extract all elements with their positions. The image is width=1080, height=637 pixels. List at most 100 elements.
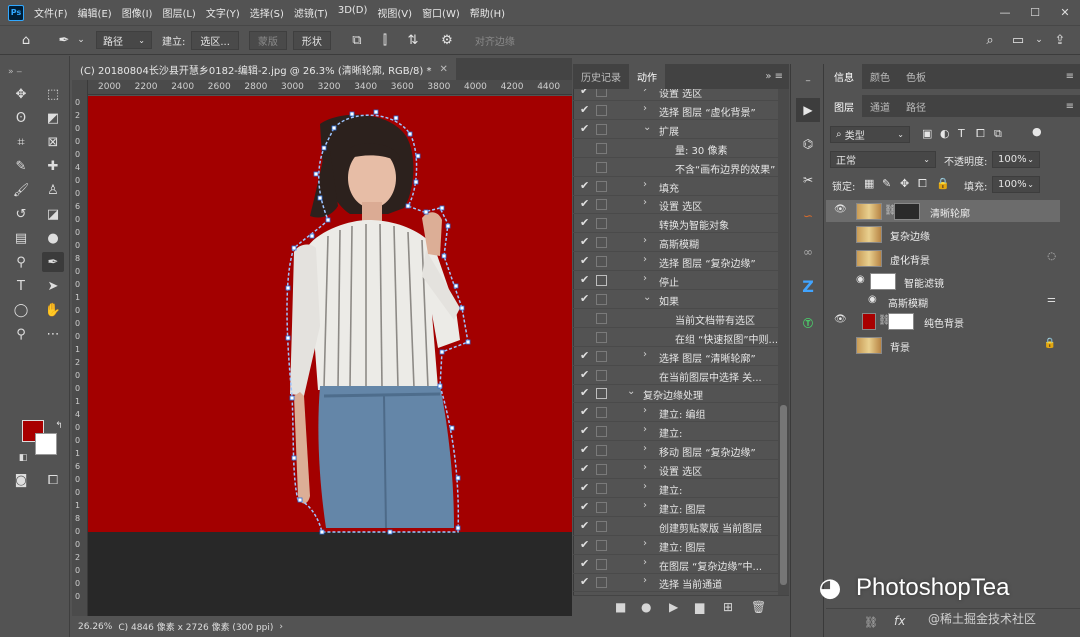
action-row[interactable]: ✔ ⌄ 扩展 xyxy=(573,120,778,139)
eye-icon[interactable]: ◉ xyxy=(856,274,865,285)
chevron-right-icon[interactable]: › xyxy=(643,557,647,568)
healing-brush-icon[interactable]: ✚ xyxy=(42,156,64,176)
dialog-toggle-box[interactable] xyxy=(596,123,607,135)
dialog-toggle-box[interactable] xyxy=(596,558,607,570)
filter-toggle-icon[interactable]: ● xyxy=(1032,125,1042,138)
path-arrangement-icon[interactable]: ⇅ xyxy=(401,29,425,51)
brush-tool-icon[interactable]: 🖌 xyxy=(10,180,32,200)
tab-swatches[interactable]: 色板 xyxy=(898,64,934,89)
dialog-toggle-box[interactable] xyxy=(596,407,607,419)
default-colors-icon[interactable]: ◧ xyxy=(12,448,34,468)
eye-icon[interactable]: 👁 xyxy=(834,314,847,325)
link-plugin-icon[interactable]: ∞ xyxy=(796,240,820,264)
dodge-tool-icon[interactable]: ⚲ xyxy=(10,252,32,272)
layer-row[interactable]: ◉ 高斯模糊 ⚌ xyxy=(826,290,1060,312)
blur-tool-icon[interactable]: ● xyxy=(42,228,64,248)
action-toggle-checkbox[interactable]: ✔ xyxy=(580,197,589,210)
document-canvas[interactable] xyxy=(88,96,572,616)
stamp-tool-icon[interactable]: ♙ xyxy=(42,180,64,200)
action-toggle-checkbox[interactable]: ✔ xyxy=(580,519,589,532)
make-mask-button[interactable]: 蒙版 xyxy=(248,30,287,50)
tab-info[interactable]: 信息 xyxy=(826,64,862,89)
panel-menu-icon[interactable]: ≡ xyxy=(1066,101,1074,112)
eraser-icon[interactable]: ◪ xyxy=(42,204,64,224)
dialog-toggle-box[interactable] xyxy=(596,161,607,173)
dialog-toggle-box[interactable] xyxy=(596,426,607,438)
action-toggle-checkbox[interactable]: ✔ xyxy=(580,349,589,362)
action-row[interactable]: 在组 “快速抠图”中则... xyxy=(573,328,778,347)
panel-menu-icon[interactable]: ≡ xyxy=(1066,71,1074,82)
action-toggle-checkbox[interactable]: ✔ xyxy=(580,89,589,97)
chevron-right-icon[interactable]: › xyxy=(643,462,647,473)
type-tool-icon[interactable]: T xyxy=(10,276,32,296)
action-row[interactable]: ✔ › 选择 图层 “虚化背景” xyxy=(573,101,778,120)
z-plugin-icon[interactable]: Z xyxy=(796,274,820,298)
dialog-toggle-box[interactable] xyxy=(596,350,607,362)
filter-pixel-icon[interactable]: ▣ xyxy=(922,127,932,140)
menu-item[interactable]: 帮助(H) xyxy=(470,5,505,20)
dialog-toggle-box[interactable] xyxy=(596,388,607,400)
lock-all-icon[interactable]: 🔒 xyxy=(936,177,950,190)
action-row[interactable]: ✔ › 建立: 编组 xyxy=(573,403,778,423)
chevron-right-icon[interactable]: › xyxy=(643,179,647,190)
background-color-swatch[interactable] xyxy=(35,433,57,455)
ellipse-tool-icon[interactable]: ◯ xyxy=(10,300,32,320)
chevron-right-icon[interactable]: › xyxy=(643,273,647,284)
action-toggle-checkbox[interactable]: ✔ xyxy=(580,538,589,551)
layer-row[interactable]: 👁 ⛓ 清晰轮廓 xyxy=(826,200,1060,222)
zoom-tool-icon[interactable]: ⚲ xyxy=(10,324,32,344)
menu-item[interactable]: 图像(I) xyxy=(122,5,153,20)
home-icon[interactable]: ⌂ xyxy=(14,29,38,51)
filter-type-icon[interactable]: T xyxy=(958,127,965,140)
screen-mode-icon[interactable]: ⧠ xyxy=(42,470,64,490)
action-row[interactable]: ✔ › 移动 图层 “复杂边缘” xyxy=(573,441,778,461)
chevron-down-icon[interactable]: ⌄ xyxy=(627,386,635,397)
layer-option-icon[interactable]: ⚌ xyxy=(1047,294,1056,305)
eye-icon[interactable]: 👁 xyxy=(834,204,847,215)
minimize-button[interactable]: — xyxy=(990,6,1020,19)
workspace-icon[interactable]: ▭ xyxy=(1006,29,1030,51)
strip-collapse-icon[interactable]: ‒ xyxy=(796,68,820,92)
make-selection-button[interactable]: 选区... xyxy=(191,30,239,50)
fill-input[interactable]: 100% ⌄ xyxy=(992,176,1040,193)
dialog-toggle-box[interactable] xyxy=(596,104,607,116)
record-icon[interactable]: ● xyxy=(641,600,651,614)
layer-row[interactable]: 虚化背景 ◌ xyxy=(826,247,1060,269)
action-toggle-checkbox[interactable]: ✔ xyxy=(580,386,589,399)
eye-icon[interactable]: ◉ xyxy=(868,294,877,305)
layer-mask-thumbnail[interactable] xyxy=(888,313,914,330)
dialog-toggle-box[interactable] xyxy=(596,312,607,324)
action-row[interactable]: ✔ 在当前图层中选择 关... xyxy=(573,366,778,385)
menu-item[interactable]: 图层(L) xyxy=(162,5,195,20)
tab-layers[interactable]: 图层 xyxy=(826,95,862,117)
filter-smart-icon[interactable]: ⧉ xyxy=(994,127,1002,141)
action-toggle-checkbox[interactable]: ✔ xyxy=(580,254,589,267)
action-row[interactable]: ✔ › 选择 当前通道 xyxy=(573,573,778,593)
play-panel-icon[interactable]: ▶ xyxy=(796,98,820,122)
action-row[interactable]: ✔ › 建立: 图层 xyxy=(573,536,778,555)
dialog-toggle-box[interactable] xyxy=(596,331,607,343)
menu-item[interactable]: 文字(Y) xyxy=(206,5,240,20)
action-toggle-checkbox[interactable]: ✔ xyxy=(580,273,589,286)
layer-option-icon[interactable]: ◌ xyxy=(1047,251,1056,262)
action-toggle-checkbox[interactable]: ✔ xyxy=(580,462,589,475)
chevron-right-icon[interactable]: › xyxy=(643,481,647,492)
action-row[interactable]: ✔ ⌄ 如果 xyxy=(573,290,778,309)
action-toggle-checkbox[interactable]: ✔ xyxy=(580,575,589,588)
action-row[interactable]: ✔ › 选择 图层 “复杂边缘” xyxy=(573,252,778,272)
tk-plugin-icon[interactable]: Ⓣ xyxy=(796,310,820,334)
menu-item[interactable]: 文件(F) xyxy=(34,5,68,20)
share-icon[interactable]: ⇪ xyxy=(1048,29,1072,51)
stop-icon[interactable]: ■ xyxy=(615,600,626,614)
action-row[interactable]: ✔ › 设置 选区 xyxy=(573,195,778,215)
action-row[interactable]: 当前文档带有选区 xyxy=(573,309,778,328)
chevron-right-icon[interactable]: › xyxy=(643,575,647,586)
dialog-toggle-box[interactable] xyxy=(596,482,607,494)
plugin-icon[interactable]: ⌬ xyxy=(796,132,820,156)
action-toggle-checkbox[interactable]: ✔ xyxy=(580,179,589,192)
menu-item[interactable]: 选择(S) xyxy=(250,5,284,20)
chevron-right-icon[interactable]: › xyxy=(643,538,647,549)
dialog-toggle-box[interactable] xyxy=(596,218,607,230)
action-toggle-checkbox[interactable]: ✔ xyxy=(580,500,589,513)
filter-adjust-icon[interactable]: ◐ xyxy=(940,127,950,140)
